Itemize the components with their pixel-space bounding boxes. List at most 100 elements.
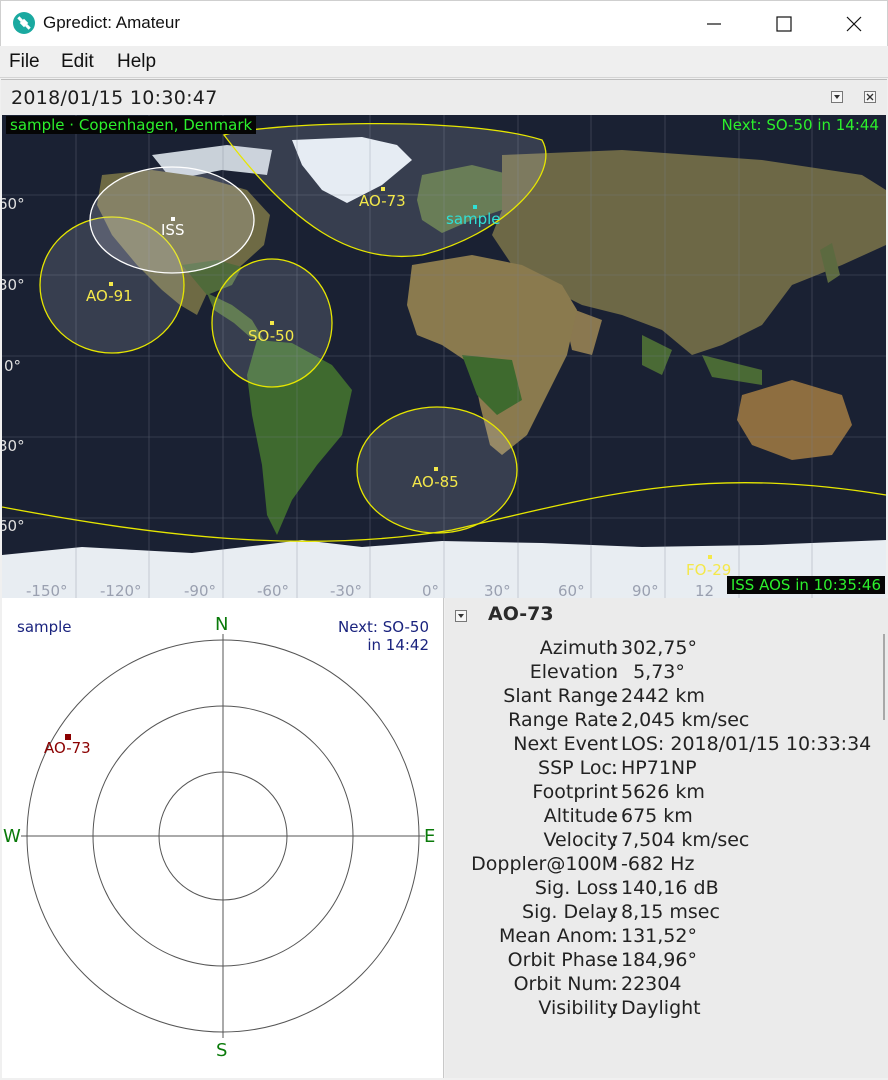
station-marker[interactable] (473, 205, 477, 209)
so-50-label: SO-50 (248, 327, 295, 345)
detail-row-orbit-num: Orbit Num.:22304 (445, 973, 888, 997)
detail-sep: : (611, 853, 618, 875)
aos-note: ISS AOS in 10:35:46 (726, 576, 885, 594)
close-icon (846, 16, 862, 32)
next-event-label: Next: SO-50 in 14:44 (721, 116, 879, 134)
module-close-button[interactable] (863, 90, 877, 104)
detail-value: -682 Hz (621, 853, 695, 875)
lat-tick-60n: 60° (2, 195, 25, 213)
polar-view[interactable]: sample Next: SO-50 in 14:42 N S W E AO-7… (2, 598, 444, 1078)
detail-sep: : (611, 973, 618, 995)
detail-sep: : (611, 805, 618, 827)
detail-label: Velocity (543, 829, 618, 851)
station-label: sample (446, 210, 501, 228)
lat-tick-30n: 30° (2, 276, 25, 294)
lon-tick: -150° (26, 582, 68, 598)
compass-north: N (215, 614, 229, 635)
world-map-canvas (2, 115, 886, 598)
ao-73-polar-label: AO-73 (44, 739, 91, 757)
detail-label: Visibility (538, 997, 618, 1019)
detail-value: 302,75° (621, 637, 697, 659)
lat-tick-0: 0° (4, 357, 22, 375)
lon-tick: -90° (184, 582, 216, 598)
lon-tick: 60° (558, 582, 585, 598)
detail-sep: : (611, 877, 618, 899)
lon-tick: 90° (632, 582, 659, 598)
lat-tick-60s: 60° (2, 517, 25, 535)
module-header: 2018/01/15 10:30:47 (1, 79, 887, 115)
minimize-icon (707, 23, 721, 25)
detail-label: Sig. Loss (534, 877, 618, 899)
detail-value: 2,045 km/sec (621, 709, 750, 731)
detail-row-azimuth: Azimuth:302,75° (445, 637, 888, 661)
detail-row-velocity: Velocity:7,504 km/sec (445, 829, 888, 853)
detail-label: Footprint (532, 781, 618, 803)
close-icon (864, 91, 876, 103)
detail-value: 2442 km (621, 685, 705, 707)
detail-row-visibility: Visibility: Daylight (445, 997, 888, 1021)
detail-label: Sig. Delay (522, 901, 618, 923)
detail-row-sig-loss: Sig. Loss:140,16 dB (445, 877, 888, 901)
detail-row-altitude: Altitude:675 km (445, 805, 888, 829)
menu-edit[interactable]: Edit (61, 51, 94, 73)
detail-row-doppler: Doppler@100M: -682 Hz (445, 853, 888, 877)
compass-east: E (424, 826, 436, 847)
detail-label: Orbit Phase (507, 949, 618, 971)
ao-85-label: AO-85 (412, 473, 459, 491)
module-menu-button[interactable] (830, 90, 844, 104)
detail-value: HP71NP (621, 757, 697, 779)
world-map-view[interactable]: sample · Copenhagen, Denmark Next: SO-50… (2, 115, 886, 598)
detail-sep: : (611, 781, 618, 803)
detail-label: Range Rate (508, 709, 618, 731)
menu-file[interactable]: File (9, 51, 40, 73)
detail-row-slant-range: Slant Range:2442 km (445, 685, 888, 709)
detail-value: 140,16 dB (621, 877, 719, 899)
detail-row-sig-delay: Sig. Delay:8,15 msec (445, 901, 888, 925)
ao-91-label: AO-91 (86, 287, 133, 305)
detail-label: Altitude (543, 805, 618, 827)
details-menu-button[interactable] (455, 607, 469, 622)
chevron-down-icon (831, 91, 843, 103)
lon-tick: 30° (484, 582, 511, 598)
lon-tick: 0° (422, 582, 440, 598)
chevron-down-icon (455, 610, 467, 622)
detail-label: Mean Anom. (498, 925, 618, 947)
minimize-button[interactable] (679, 1, 749, 47)
detail-label: Next Event (513, 733, 618, 755)
compass-west: W (3, 826, 21, 847)
fo-29-marker[interactable] (708, 555, 712, 559)
detail-value: LOS: 2018/01/15 10:33:34 (621, 733, 872, 755)
lon-tick: 12 (695, 582, 715, 598)
detail-label: Orbit Num. (513, 973, 618, 995)
close-window-button[interactable] (819, 1, 888, 47)
detail-value: 8,15 msec (621, 901, 720, 923)
detail-value: 131,52° (621, 925, 697, 947)
window-title: Gpredict: Amateur (43, 13, 181, 32)
detail-row-footprint: Footprint:5626 km (445, 781, 888, 805)
detail-sep: : (611, 997, 618, 1019)
detail-value: 5,73° (621, 661, 685, 683)
ao-85-marker[interactable] (434, 467, 438, 471)
menu-help[interactable]: Help (117, 51, 156, 73)
ao-91-marker[interactable] (109, 282, 113, 286)
detail-sep: : (611, 829, 618, 851)
detail-sep: : (611, 925, 618, 947)
detail-row-orbit-phase: Orbit Phase:184,96° (445, 949, 888, 973)
ao-73-marker[interactable] (381, 187, 385, 191)
maximize-button[interactable] (749, 1, 819, 47)
detail-sep: : (611, 661, 618, 683)
qth-label: sample · Copenhagen, Denmark (6, 116, 257, 134)
detail-sep: : (611, 757, 618, 779)
detail-value: Daylight (621, 997, 701, 1019)
lat-tick-30s: 30° (2, 437, 25, 455)
maximize-icon (776, 16, 792, 32)
ao-73-label: AO-73 (359, 192, 406, 210)
title-bar: Gpredict: Amateur (0, 0, 888, 46)
detail-value: 5626 km (621, 781, 705, 803)
fo-29-label: FO-29 (686, 561, 732, 579)
detail-value: 675 km (621, 805, 693, 827)
detail-row-range-rate: Range Rate:2,045 km/sec (445, 709, 888, 733)
iss-label: ISS (161, 221, 185, 239)
so-50-marker[interactable] (270, 321, 274, 325)
detail-row-next-event: Next Event: LOS: 2018/01/15 10:33:34 (445, 733, 888, 757)
